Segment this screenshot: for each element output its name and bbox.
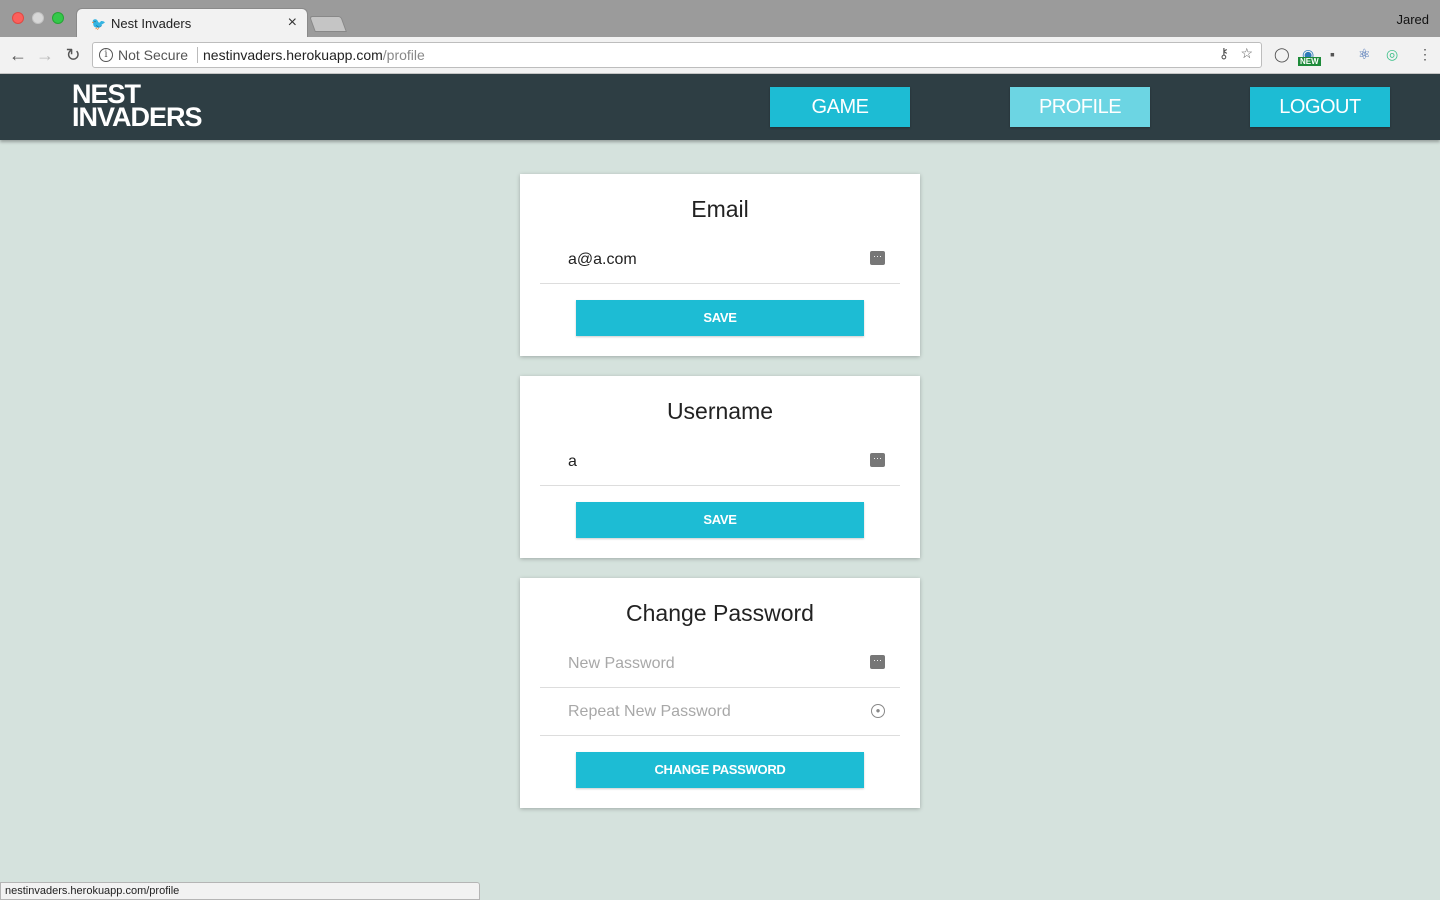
autofill-icon[interactable]: ··· [870,251,885,265]
password-manager-icon[interactable]: ● [871,704,885,718]
extension-swirl-icon[interactable]: ◎ [1386,46,1398,63]
username-value[interactable]: a [568,453,577,471]
tab-close-icon[interactable]: × [288,14,297,32]
username-field[interactable]: a ··· [540,438,900,486]
extension-circle-icon[interactable]: ◯ [1274,46,1290,63]
nav-game-button[interactable]: GAME [770,87,910,127]
new-badge: NEW [1298,57,1321,66]
new-password-placeholder[interactable]: New Password [568,655,675,673]
new-tab-button[interactable] [309,16,347,32]
browser-status-bar: nestinvaders.herokuapp.com/profile [0,882,480,900]
change-password-card: Change Password New Password ··· Repeat … [520,578,920,808]
email-card: Email a@a.com ··· SAVE [520,174,920,356]
username-save-button[interactable]: SAVE [576,502,864,538]
minimize-window-button[interactable] [32,12,44,24]
username-card: Username a ··· SAVE [520,376,920,558]
security-label[interactable]: Not Secure [118,47,188,63]
url-divider [197,47,198,63]
app-header: NEST INVADERS GAME PROFILE LOGOUT [0,74,1440,140]
bird-favicon-icon: 🐦 [91,17,106,31]
url-host: nestinvaders.herokuapp.com [203,47,383,63]
address-bar[interactable]: i Not Secure nestinvaders.herokuapp.com/… [92,42,1262,68]
browser-tab[interactable]: 🐦 Nest Invaders × [76,8,308,38]
autofill-icon[interactable]: ··· [870,655,885,669]
reload-icon[interactable]: ↻ [63,45,83,66]
back-arrow-icon[interactable]: ← [8,45,28,66]
nav-profile-button[interactable]: PROFILE [1010,87,1150,127]
new-password-field[interactable]: New Password ··· [540,640,900,688]
repeat-password-placeholder[interactable]: Repeat New Password [568,703,731,721]
email-field[interactable]: a@a.com ··· [540,236,900,284]
browser-profile-name[interactable]: Jared [1396,12,1429,27]
change-password-button[interactable]: CHANGE PASSWORD [576,752,864,788]
email-value[interactable]: a@a.com [568,251,637,269]
nav-logout-button[interactable]: LOGOUT [1250,87,1390,127]
close-window-button[interactable] [12,12,24,24]
browser-titlebar: 🐦 Nest Invaders × Jared [0,0,1440,38]
browser-menu-icon[interactable]: ⋮ [1418,46,1432,63]
app-logo[interactable]: NEST INVADERS [72,81,203,132]
react-devtools-icon[interactable]: ⚛ [1358,46,1371,63]
url-path: /profile [382,47,425,63]
star-icon[interactable]: ☆ [1240,45,1253,62]
maximize-window-button[interactable] [52,12,64,24]
forward-arrow-icon[interactable]: → [35,45,55,66]
tab-title: Nest Invaders [111,16,192,31]
extension-dots-icon[interactable]: ▪ [1330,46,1335,62]
logo-line2: INVADERS [72,102,203,132]
url-text[interactable]: nestinvaders.herokuapp.com/profile [203,47,425,63]
key-icon[interactable]: ⚷ [1219,45,1229,62]
info-icon[interactable]: i [99,48,113,62]
autofill-icon[interactable]: ··· [870,453,885,467]
email-card-title: Email [691,196,749,222]
repeat-password-field[interactable]: Repeat New Password ● [540,688,900,736]
browser-toolbar: ← → ↻ i Not Secure nestinvaders.herokuap… [0,37,1440,74]
username-card-title: Username [666,398,774,424]
change-password-title: Change Password [626,600,814,626]
extension-new-icon[interactable]: ◉ NEW [1298,46,1322,66]
email-save-button[interactable]: SAVE [576,300,864,336]
